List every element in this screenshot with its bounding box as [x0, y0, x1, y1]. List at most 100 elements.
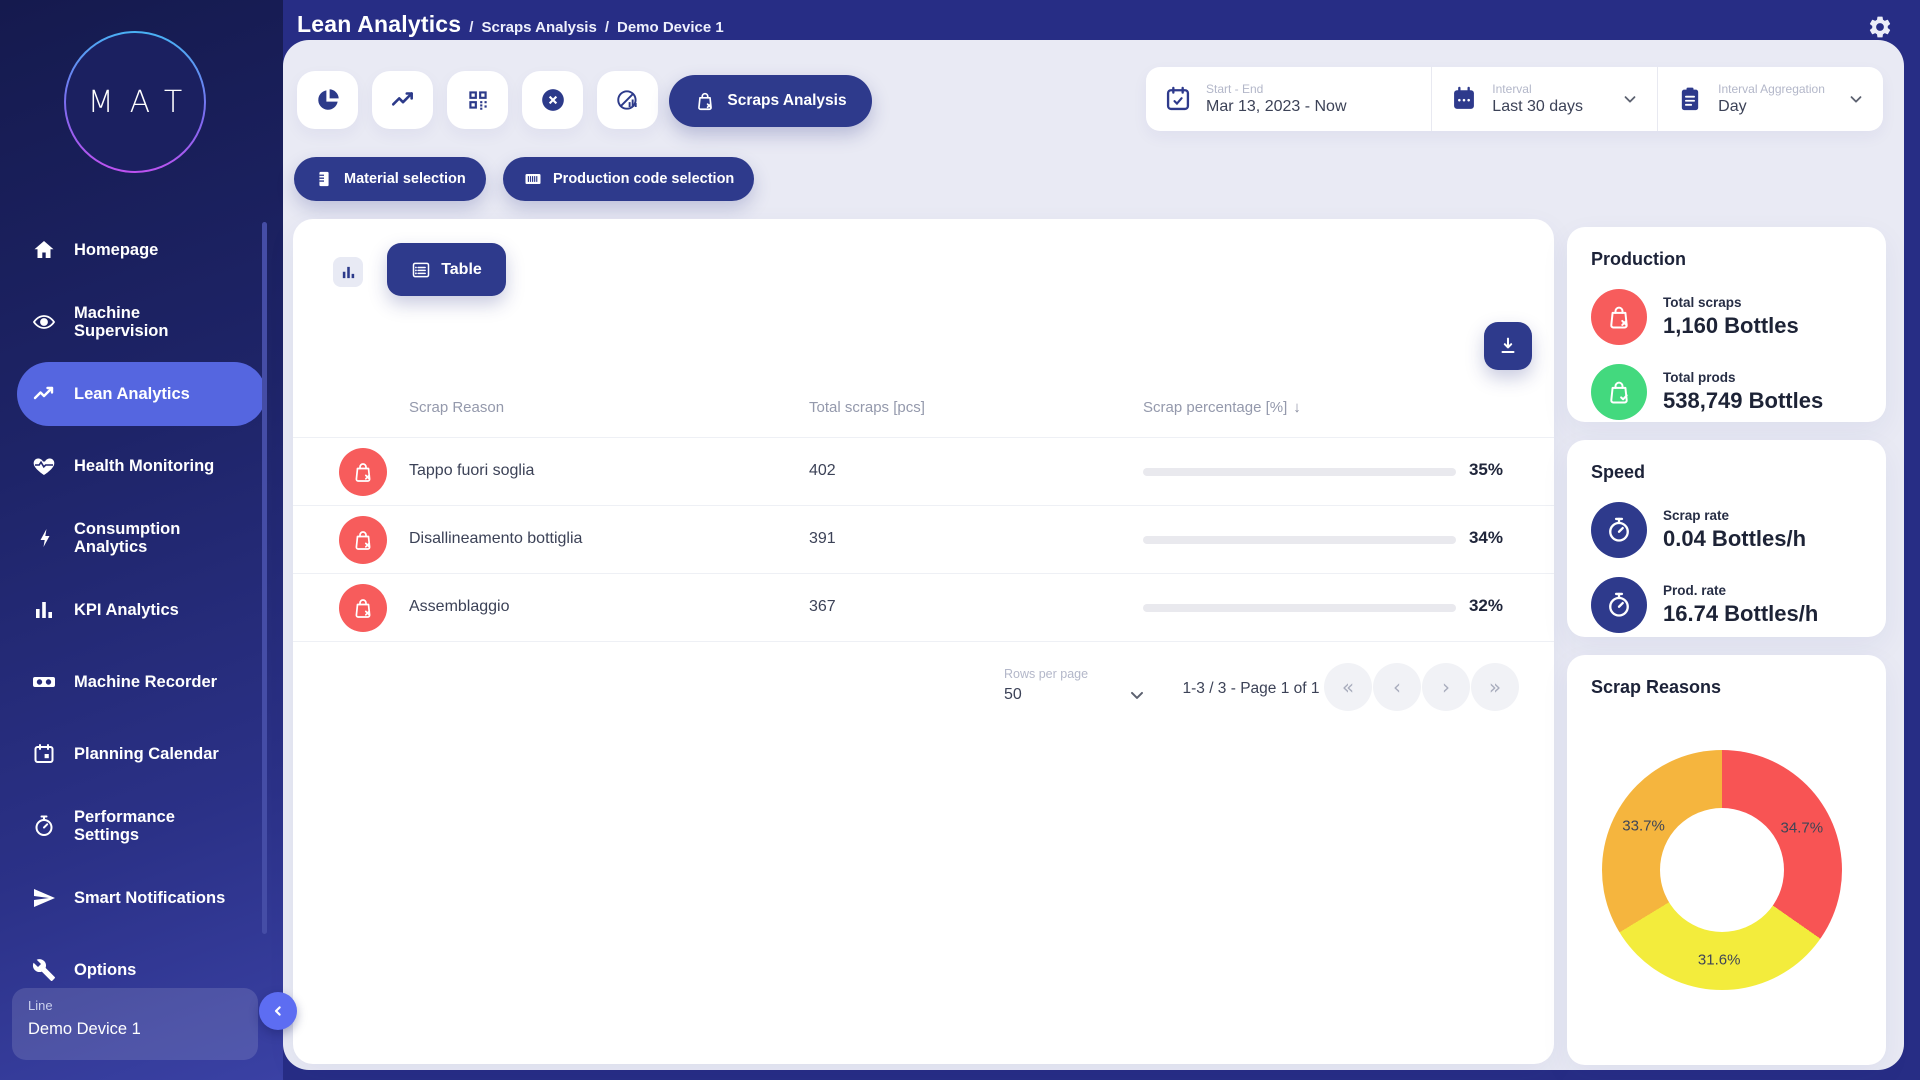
logo-text: MAT — [72, 85, 198, 120]
stopwatch-icon — [1591, 502, 1647, 558]
table-row[interactable]: Tappo fuori soglia 402 35% — [293, 437, 1554, 505]
table-row[interactable]: Disallineamento bottiglia 391 34% — [293, 505, 1554, 573]
sidebar-scrollbar[interactable] — [262, 222, 267, 934]
sidebar-item-machine-supervision[interactable]: Machine Supervision — [17, 286, 266, 358]
sidebar-item-lean-analytics[interactable]: Lean Analytics — [17, 362, 266, 426]
scrap-reasons-title: Scrap Reasons — [1591, 677, 1862, 698]
start-end-control[interactable]: Start - End Mar 13, 2023 - Now — [1146, 67, 1431, 131]
production-code-selection-button[interactable]: Production code selection — [503, 157, 754, 201]
production-title: Production — [1591, 249, 1862, 270]
column-scrap-reason[interactable]: Scrap Reason — [409, 399, 504, 416]
gauge-stats-icon — [615, 87, 641, 113]
table-row[interactable]: Assemblaggio 367 32% — [293, 573, 1554, 641]
bag-x-icon — [339, 584, 387, 632]
sidebar-item-homepage[interactable]: Homepage — [17, 214, 266, 286]
pagination-range-text: 1-3 / 3 - Page 1 of 1 — [1151, 680, 1351, 698]
heart-pulse-icon — [32, 454, 56, 478]
device-name: Demo Device 1 — [28, 1020, 242, 1039]
eye-icon — [32, 310, 56, 334]
column-scrap-percentage[interactable]: Scrap percentage [%] ↓ — [1143, 399, 1301, 416]
rows-per-page-select[interactable]: Rows per page 50 — [1004, 667, 1088, 704]
chevron-down-icon — [1621, 90, 1639, 108]
material-icon — [314, 169, 334, 189]
breadcrumb-scraps-analysis[interactable]: Scraps Analysis — [481, 19, 596, 36]
donut-slice-label: 31.6% — [1698, 951, 1741, 968]
sidebar-collapse-button[interactable] — [259, 992, 297, 1030]
sidebar-item-consumption-analytics[interactable]: Consumption Analytics — [17, 502, 266, 574]
device-selector-card[interactable]: Line Demo Device 1 — [12, 988, 258, 1060]
recorder-icon — [32, 670, 56, 694]
scrap-reasons-card: Scrap Reasons 34.7% 31.6% 33.7% — [1567, 655, 1886, 1065]
pagination-buttons: « ‹ › » — [1324, 663, 1519, 711]
sidebar-item-kpi-analytics[interactable]: KPI Analytics — [17, 574, 266, 646]
qr-code-icon — [465, 87, 491, 113]
breadcrumb-device[interactable]: Demo Device 1 — [617, 19, 724, 36]
material-selection-button[interactable]: Material selection — [294, 157, 486, 201]
gauge-stats-view-button[interactable] — [597, 71, 658, 129]
pie-chart-view-button[interactable] — [297, 71, 358, 129]
bar-chart-icon — [32, 598, 56, 622]
sidebar-item-planning-calendar[interactable]: Planning Calendar — [17, 718, 266, 790]
device-line-label: Line — [28, 998, 242, 1013]
page-title: Lean Analytics — [297, 11, 461, 38]
bag-x-icon — [694, 90, 716, 112]
qr-code-view-button[interactable] — [447, 71, 508, 129]
interval-aggregation-control[interactable]: Interval Aggregation Day — [1657, 67, 1883, 131]
bolt-icon — [32, 526, 56, 550]
calendar-check-icon — [1164, 85, 1192, 113]
download-button[interactable] — [1484, 322, 1532, 370]
trend-view-button[interactable] — [372, 71, 433, 129]
sort-desc-icon: ↓ — [1293, 399, 1301, 416]
app-root: MAT Homepage Machine Supervision Lea — [0, 0, 1920, 1080]
chevron-down-icon — [1847, 90, 1865, 108]
stopwatch-icon — [32, 814, 56, 838]
scraps-table-card: Table Scrap Reason Total scraps [pcs] Sc… — [293, 219, 1554, 1064]
scrap-percentage-bar — [1143, 604, 1456, 612]
production-card: Production Total scraps 1,160 Bottles To… — [1567, 227, 1886, 422]
sidebar-item-machine-recorder[interactable]: Machine Recorder — [17, 646, 266, 718]
download-icon — [1497, 335, 1519, 357]
cancel-view-button[interactable] — [522, 71, 583, 129]
chevron-left-icon — [270, 1003, 286, 1019]
next-page-button[interactable]: › — [1422, 663, 1470, 711]
clipboard-icon — [1676, 85, 1704, 113]
sidebar-nav: Homepage Machine Supervision Lean Analyt… — [0, 214, 283, 1006]
first-page-button[interactable]: « — [1324, 663, 1372, 711]
donut-slice-label: 33.7% — [1622, 817, 1665, 834]
sidebar-item-performance-settings[interactable]: Performance Settings — [17, 790, 266, 862]
bag-check-icon — [1591, 364, 1647, 420]
sidebar: MAT Homepage Machine Supervision Lea — [0, 0, 283, 1080]
scrap-rate-stat: Scrap rate 0.04 Bottles/h — [1591, 502, 1862, 558]
calendar-icon — [32, 742, 56, 766]
donut-slice-label: 34.7% — [1781, 820, 1824, 837]
chevron-down-icon[interactable] — [1127, 685, 1147, 705]
trend-line-icon — [32, 382, 56, 406]
prev-page-button[interactable]: ‹ — [1373, 663, 1421, 711]
total-prods-stat: Total prods 538,749 Bottles — [1591, 364, 1862, 420]
cancel-circle-icon — [540, 87, 566, 113]
calendar-days-icon — [1450, 85, 1478, 113]
home-icon — [32, 238, 56, 262]
last-page-button[interactable]: » — [1471, 663, 1519, 711]
gear-icon[interactable] — [1867, 14, 1893, 40]
stopwatch-icon — [1591, 577, 1647, 633]
prod-rate-stat: Prod. rate 16.74 Bottles/h — [1591, 577, 1862, 633]
chart-view-toggle-button[interactable] — [333, 257, 363, 287]
table-list-icon — [411, 260, 431, 280]
column-total-scraps[interactable]: Total scraps [pcs] — [809, 399, 925, 416]
main-panel: Scraps Analysis Start - End Mar 13, 2023… — [283, 40, 1904, 1070]
bar-chart-icon — [340, 264, 357, 281]
scraps-analysis-button[interactable]: Scraps Analysis — [669, 75, 872, 127]
wrench-icon — [32, 958, 56, 982]
speed-card: Speed Scrap rate 0.04 Bottles/h Prod. ra… — [1567, 440, 1886, 637]
scrap-reasons-donut: 34.7% 31.6% 33.7% — [1602, 750, 1842, 990]
total-scraps-stat: Total scraps 1,160 Bottles — [1591, 289, 1862, 345]
interval-control[interactable]: Interval Last 30 days — [1431, 67, 1657, 131]
table-view-button[interactable]: Table — [387, 243, 506, 296]
barcode-icon — [523, 169, 543, 189]
time-controls-card: Start - End Mar 13, 2023 - Now Interval … — [1146, 67, 1883, 131]
trend-line-icon — [390, 87, 416, 113]
sidebar-item-health-monitoring[interactable]: Health Monitoring — [17, 430, 266, 502]
sidebar-item-smart-notifications[interactable]: Smart Notifications — [17, 862, 266, 934]
pie-chart-icon — [315, 87, 341, 113]
